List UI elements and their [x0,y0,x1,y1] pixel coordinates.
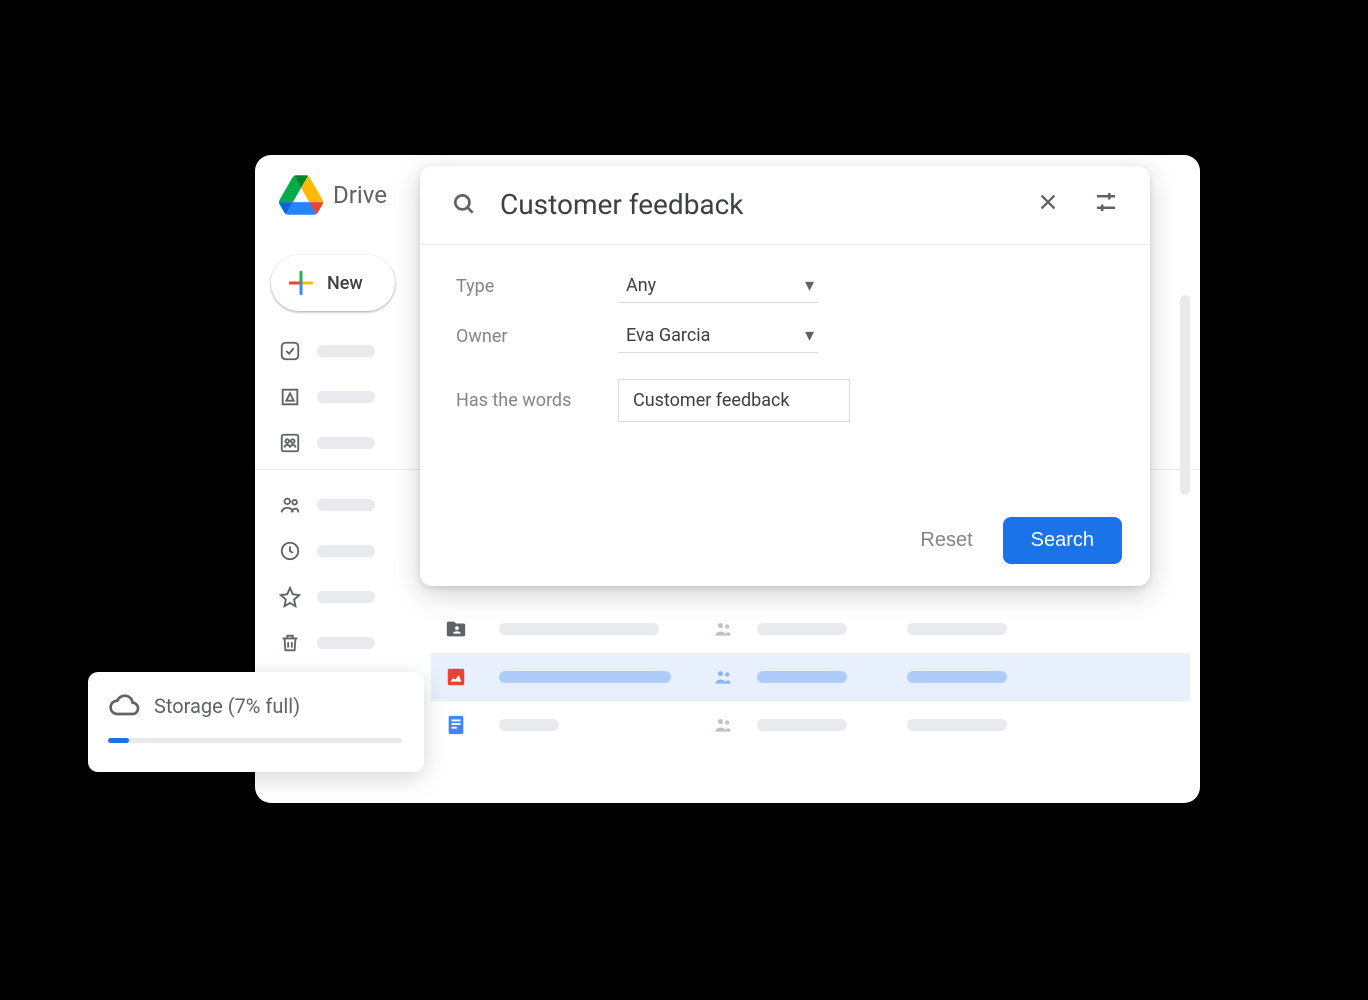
plus-icon [287,269,315,297]
check-square-icon [279,340,301,362]
filter-type-value: Any [626,275,656,296]
filter-owner-row: Owner Eva Garcia ▾ [456,319,1114,353]
tune-icon [1094,190,1118,218]
owner-placeholder [757,623,847,635]
shared-icon [699,667,747,687]
search-button[interactable]: Search [1003,517,1122,564]
nav-placeholder [317,545,375,557]
owner-placeholder [757,671,847,683]
nav-placeholder [317,591,375,603]
sidebar-item-priority[interactable] [267,331,419,371]
file-row[interactable] [431,605,1190,653]
file-row-selected[interactable] [431,653,1190,701]
filter-type-row: Type Any ▾ [456,269,1114,303]
search-actions: Reset Search [920,517,1122,564]
search-options-button[interactable] [1088,186,1124,222]
date-placeholder [907,671,1007,683]
search-bar: Customer feedback [420,166,1150,245]
filter-owner-label: Owner [456,326,618,347]
files-list [431,605,1200,749]
shared-icon [699,619,747,639]
nav-placeholder [317,345,375,357]
nav-placeholder [317,499,375,511]
shared-icon [699,715,747,735]
date-placeholder [907,623,1007,635]
folder-shared-icon [445,618,467,640]
file-row[interactable] [431,701,1190,749]
search-input[interactable]: Customer feedback [500,188,1008,221]
file-name-placeholder [499,671,671,683]
owner-placeholder [757,719,847,731]
storage-label: Storage (7% full) [154,694,300,718]
app-title: Drive [333,181,387,209]
filter-owner-dropdown[interactable]: Eva Garcia ▾ [618,319,818,353]
sidebar-item-shareddrives[interactable] [267,423,419,463]
storage-progress-fill [108,738,129,743]
close-icon [1037,191,1059,217]
sidebar-item-mydrive[interactable] [267,377,419,417]
search-panel: Customer feedback Type Any ▾ Owner Eva G… [420,166,1150,586]
new-button-label: New [327,273,363,294]
nav-placeholder [317,637,375,649]
drive-outline-icon [279,386,301,408]
sidebar-item-trash[interactable] [267,623,419,663]
filter-words-row: Has the words Customer feedback [456,379,1114,422]
trash-icon [279,632,301,654]
storage-progress [108,738,402,743]
filter-words-label: Has the words [456,390,618,411]
filter-type-dropdown[interactable]: Any ▾ [618,269,818,303]
date-placeholder [907,719,1007,731]
nav-placeholder [317,437,375,449]
sidebar [255,331,431,685]
clear-search-button[interactable] [1030,186,1066,222]
shared-drives-icon [279,432,301,454]
star-icon [279,586,301,608]
sidebar-item-shared[interactable] [267,485,419,525]
filter-type-label: Type [456,276,618,297]
cloud-icon [108,690,140,722]
search-filters: Type Any ▾ Owner Eva Garcia ▾ Has the wo… [420,245,1150,448]
docs-file-icon [445,714,467,736]
image-file-icon [445,666,467,688]
caret-down-icon: ▾ [805,325,814,346]
search-icon [450,190,478,218]
people-icon [279,494,301,516]
file-name-placeholder [499,719,559,731]
filter-words-input[interactable]: Customer feedback [618,379,850,422]
scrollbar[interactable] [1180,295,1190,495]
storage-card[interactable]: Storage (7% full) [88,672,424,772]
clock-icon [279,540,301,562]
drive-logo-icon [279,175,323,215]
caret-down-icon: ▾ [805,275,814,296]
reset-button[interactable]: Reset [920,529,972,552]
new-button[interactable]: New [271,255,395,311]
filter-owner-value: Eva Garcia [626,325,710,346]
file-name-placeholder [499,623,659,635]
sidebar-item-starred[interactable] [267,577,419,617]
sidebar-item-recent[interactable] [267,531,419,571]
nav-placeholder [317,391,375,403]
